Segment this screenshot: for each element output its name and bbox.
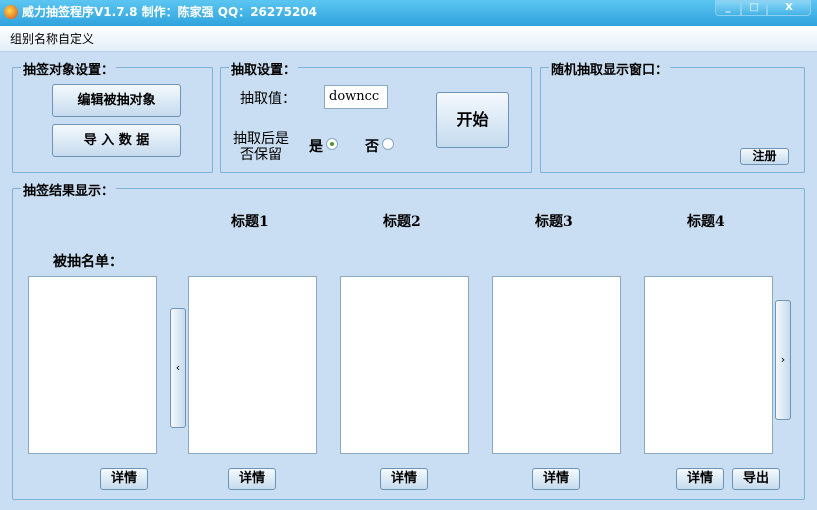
draw-value-label: 抽取值：: [240, 91, 296, 107]
result-list-1[interactable]: [188, 276, 317, 454]
result-list-4[interactable]: [644, 276, 773, 454]
scroll-right-button[interactable]: ›: [775, 300, 791, 420]
import-data-button[interactable]: 导 入 数 据: [52, 124, 181, 157]
menu-bar: 组别名称自定义: [0, 26, 817, 52]
minimize-button[interactable]: _: [715, 0, 741, 16]
group-title: 抽取设置：: [229, 59, 299, 78]
details-button-2[interactable]: 详情: [380, 468, 428, 490]
header-2: 标题2: [383, 214, 421, 230]
group-title: 抽签结果显示：: [21, 180, 117, 199]
menu-item-group-names[interactable]: 组别名称自定义: [10, 32, 94, 46]
maximize-button[interactable]: □: [741, 0, 767, 16]
result-list-2[interactable]: [340, 276, 469, 454]
no-radio[interactable]: [382, 138, 394, 150]
result-list-3[interactable]: [492, 276, 621, 454]
register-button[interactable]: 注册: [740, 148, 789, 165]
close-button[interactable]: X: [767, 0, 811, 16]
header-3: 标题3: [535, 214, 573, 230]
edit-targets-button[interactable]: 编辑被抽对象: [52, 84, 181, 117]
scroll-left-button[interactable]: ‹: [170, 308, 186, 428]
draw-value-input[interactable]: downcc: [324, 85, 388, 109]
export-button[interactable]: 导出: [732, 468, 780, 490]
keep-label: 抽取后是否保留: [233, 131, 289, 163]
yes-label: 是: [309, 139, 323, 155]
source-list[interactable]: [28, 276, 157, 454]
details-button-4[interactable]: 详情: [676, 468, 724, 490]
no-label: 否: [365, 139, 379, 155]
header-1: 标题1: [231, 214, 269, 230]
title-bar: 威力抽签程序V1.7.8 制作：陈家强 QQ：26275204 _ □ X: [0, 0, 817, 26]
source-list-label: 被抽名单：: [53, 254, 123, 270]
yes-radio[interactable]: [326, 138, 338, 150]
header-4: 标题4: [687, 214, 725, 230]
window-title: 威力抽签程序V1.7.8 制作：陈家强 QQ：26275204: [22, 5, 318, 19]
group-title: 抽签对象设置：: [21, 59, 117, 78]
details-button-3[interactable]: 详情: [532, 468, 580, 490]
details-button-source[interactable]: 详情: [100, 468, 148, 490]
app-icon: [4, 5, 18, 19]
details-button-1[interactable]: 详情: [228, 468, 276, 490]
target-settings-group: 抽签对象设置：: [12, 59, 213, 173]
group-title: 随机抽取显示窗口：: [549, 59, 671, 78]
start-button[interactable]: 开始: [436, 92, 509, 148]
